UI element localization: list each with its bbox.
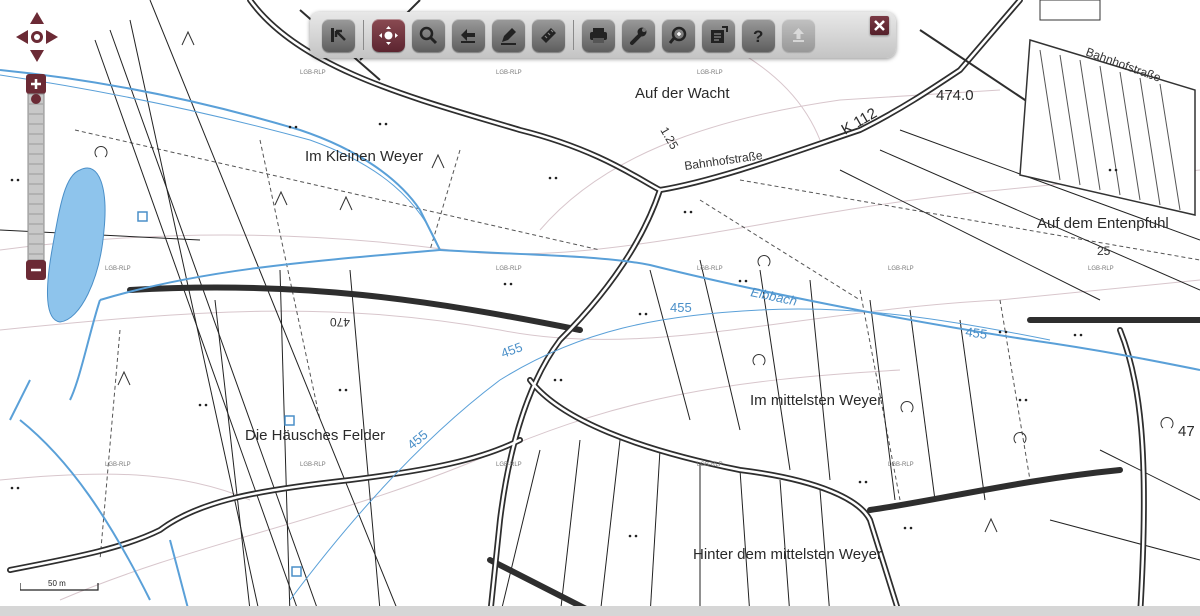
print-button[interactable] bbox=[582, 18, 615, 52]
map-toolbar: ? bbox=[310, 12, 896, 58]
svg-text:LGB-RLP: LGB-RLP bbox=[697, 266, 723, 272]
pan-north-icon[interactable] bbox=[30, 12, 44, 24]
info-arrow-icon bbox=[331, 27, 346, 42]
svg-text:LGB-RLP: LGB-RLP bbox=[496, 70, 522, 76]
search-button[interactable] bbox=[662, 18, 695, 52]
contour-label-455-b: 455 bbox=[670, 300, 692, 315]
zoom-slider[interactable] bbox=[26, 74, 46, 280]
label-die-hauesches-felder: Die Häusches Felder bbox=[245, 427, 385, 444]
upload-icon bbox=[793, 27, 804, 42]
svg-text:LGB-RLP: LGB-RLP bbox=[496, 462, 522, 468]
pan-control[interactable] bbox=[16, 12, 58, 62]
contour-label-455-c: 455 bbox=[965, 324, 989, 342]
info-tool-button[interactable] bbox=[322, 18, 355, 52]
back-button[interactable] bbox=[452, 18, 485, 52]
status-strip bbox=[0, 606, 1200, 616]
topographic-map[interactable]: Auf der Wacht Im Kleinen Weyer Auf dem E… bbox=[0, 0, 1200, 616]
label-im-kleinen-weyer: Im Kleinen Weyer bbox=[305, 148, 423, 165]
label-auf-der-wacht: Auf der Wacht bbox=[635, 85, 730, 102]
search-plus-icon bbox=[668, 26, 687, 44]
label-im-mittelsten-weyer: Im mittelsten Weyer bbox=[750, 392, 882, 409]
wrench-icon bbox=[630, 27, 647, 45]
pan-west-icon[interactable] bbox=[16, 30, 28, 44]
svg-text:LGB-RLP: LGB-RLP bbox=[697, 70, 723, 76]
help-button[interactable]: ? bbox=[742, 18, 775, 52]
export-button[interactable] bbox=[702, 18, 735, 52]
svg-text:LGB-RLP: LGB-RLP bbox=[496, 266, 522, 272]
pan-east-icon[interactable] bbox=[46, 30, 58, 44]
zoom-handle[interactable] bbox=[31, 94, 41, 104]
question-icon: ? bbox=[753, 27, 763, 46]
ruler-icon bbox=[541, 27, 556, 43]
svg-text:LGB-RLP: LGB-RLP bbox=[105, 266, 131, 272]
magnifier-icon bbox=[419, 26, 438, 44]
svg-text:?: ? bbox=[753, 27, 763, 46]
pan-move-icon bbox=[379, 25, 398, 45]
measure-tool-button[interactable] bbox=[532, 18, 565, 52]
pencil-icon bbox=[501, 27, 516, 45]
elevation-label-east: 47 bbox=[1178, 423, 1195, 440]
svg-text:LGB-RLP: LGB-RLP bbox=[697, 462, 723, 468]
svg-text:LGB-RLP: LGB-RLP bbox=[1088, 266, 1114, 272]
svg-text:LGB-RLP: LGB-RLP bbox=[888, 266, 914, 272]
upload-button[interactable] bbox=[782, 18, 815, 52]
svg-text:LGB-RLP: LGB-RLP bbox=[300, 70, 326, 76]
svg-text:LGB-RLP: LGB-RLP bbox=[105, 462, 131, 468]
pan-tool-button[interactable] bbox=[372, 18, 405, 52]
scale-label: 50 m bbox=[48, 579, 66, 588]
svg-text:LGB-RLP: LGB-RLP bbox=[888, 462, 914, 468]
scale-bar: 50 m bbox=[20, 579, 99, 591]
settings-button[interactable] bbox=[622, 18, 655, 52]
close-toolbar-button[interactable] bbox=[870, 16, 889, 35]
pan-south-icon[interactable] bbox=[30, 50, 44, 62]
label-auf-dem-entenpfuhl: Auf dem Entenpfuhl bbox=[1037, 215, 1169, 232]
zoom-tool-button[interactable] bbox=[412, 18, 445, 52]
close-icon bbox=[874, 20, 885, 31]
document-icon bbox=[711, 25, 728, 43]
label-hinter-dem-mittelsten-weyer: Hinter dem mittelsten Weyer bbox=[693, 546, 882, 563]
arrow-back-icon bbox=[461, 28, 475, 43]
elevation-label: 474.0 bbox=[936, 87, 974, 104]
contour-label-470: 470 bbox=[330, 315, 350, 329]
contour-label-25: 25 bbox=[1097, 244, 1111, 258]
printer-icon bbox=[590, 27, 607, 43]
draw-tool-button[interactable] bbox=[492, 18, 525, 52]
svg-text:LGB-RLP: LGB-RLP bbox=[300, 462, 326, 468]
